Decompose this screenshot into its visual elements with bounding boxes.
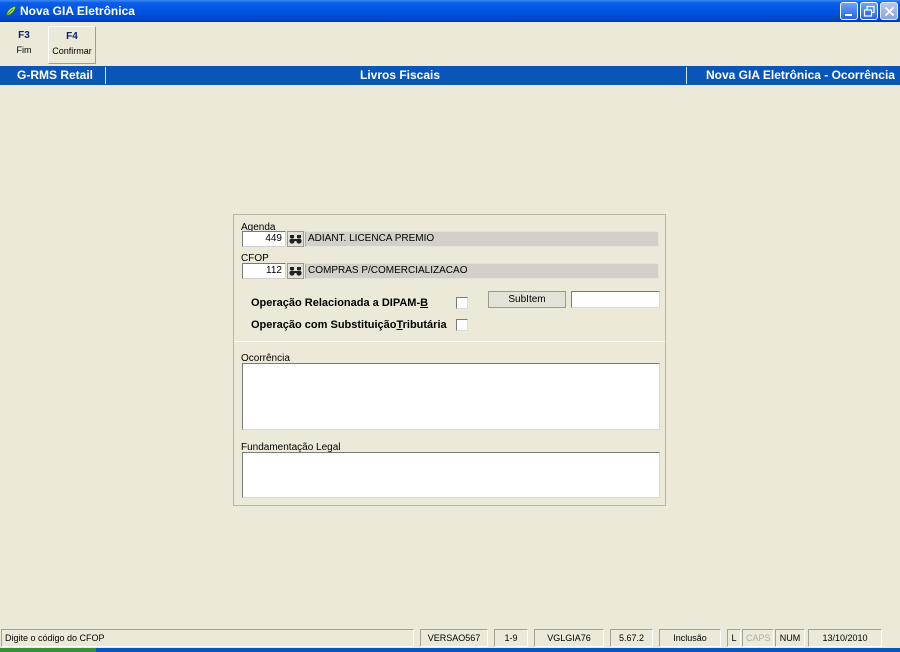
taskbar-edge [0, 648, 900, 652]
app-leaf-icon [5, 5, 17, 17]
status-version: VERSAO567 [420, 629, 488, 647]
dipam-checkbox[interactable] [456, 297, 468, 309]
agenda-code-input[interactable]: 449 [242, 231, 286, 247]
title-bar: Nova GIA Eletrônica [0, 0, 900, 22]
dipam-label: Operação Relacionada a DIPAM-B [251, 297, 428, 309]
header-divider [105, 67, 106, 84]
subitem-label: SubItem [488, 291, 566, 308]
cfop-code-input[interactable]: 112 [242, 263, 286, 279]
restore-icon [863, 5, 875, 17]
confirmar-button[interactable]: F4 Confirmar [48, 26, 96, 64]
subitem-input[interactable] [571, 291, 660, 308]
fundamentacao-textarea[interactable] [242, 452, 660, 498]
fim-key: F3 [18, 30, 30, 41]
header-module: Livros Fiscais [360, 68, 441, 82]
fim-label: Fim [16, 45, 32, 55]
confirmar-key: F4 [66, 31, 78, 42]
toolbar: F3 Fim F4 Confirmar [0, 22, 900, 66]
status-date: 13/10/2010 [808, 629, 882, 647]
ocorrencia-textarea[interactable] [242, 363, 660, 430]
status-program: VGLGIA76 [534, 629, 604, 647]
dipam-hotkey: B [420, 297, 429, 309]
substituicao-label-suffix: ributária [402, 319, 447, 331]
status-build: 5.67.2 [610, 629, 653, 647]
status-caps: CAPS [742, 629, 774, 647]
binoculars-icon[interactable] [287, 263, 304, 279]
header-band: G-RMS Retail Livros Fiscais Nova GIA Ele… [0, 66, 900, 85]
restore-button[interactable] [860, 2, 878, 20]
status-page: 1-9 [494, 629, 528, 647]
header-screen: Nova GIA Eletrônica - Ocorrência [706, 68, 895, 82]
confirmar-label: Confirmar [52, 46, 92, 56]
substituicao-checkbox[interactable] [456, 319, 468, 331]
substituicao-label: Operação com SubstituiçãoTributária [251, 319, 447, 331]
close-icon [884, 6, 895, 17]
agenda-description: ADIANT. LICENCA PREMIO [305, 231, 659, 247]
minimize-icon [845, 14, 852, 16]
binoculars-icon[interactable] [287, 231, 304, 247]
substituicao-label-text: Operação com Substituição [251, 319, 397, 331]
dipam-label-text: Operação Relacionada a DIPAM- [251, 297, 421, 309]
minimize-button[interactable] [840, 2, 858, 20]
window-title: Nova GIA Eletrônica [20, 4, 135, 18]
status-num: NUM [775, 629, 805, 647]
cfop-description: COMPRAS P/COMERCIALIZACAO [305, 263, 659, 279]
status-l-indicator: L [727, 629, 741, 647]
status-mode: Inclusão [659, 629, 721, 647]
ocorrencia-panel: Agenda 449 ADIANT. LICENCA PREMIO CFOP 1… [233, 214, 666, 506]
close-button[interactable] [880, 2, 898, 20]
fim-button[interactable]: F3 Fim [2, 26, 46, 64]
panel-divider [234, 341, 665, 342]
status-message: Digite o código do CFOP [1, 629, 414, 647]
start-button-edge [0, 648, 96, 652]
header-app-name: G-RMS Retail [17, 68, 94, 82]
header-divider [686, 67, 687, 84]
status-bar: Digite o código do CFOP VERSAO567 1-9 VG… [0, 628, 900, 648]
